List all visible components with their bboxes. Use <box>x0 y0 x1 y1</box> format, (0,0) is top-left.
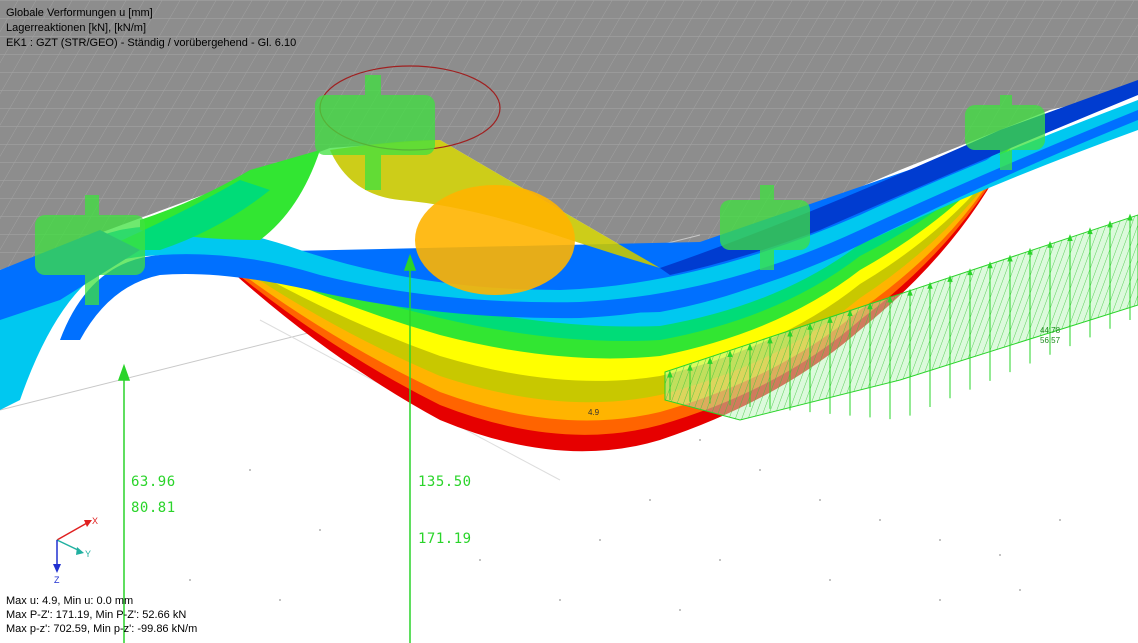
background-dot <box>319 529 321 531</box>
load-combination-label: EK1 : GZT (STR/GEO) - Ständig / vorüberg… <box>6 37 297 49</box>
result-subtitle: Lagerreaktionen [kN], [kN/m] <box>6 22 147 34</box>
background-dot <box>699 439 701 441</box>
background-dot <box>879 519 881 521</box>
reaction-left-value-2: 80.81 <box>131 500 176 516</box>
result-title: Globale Verformungen u [mm] <box>6 7 153 19</box>
line-load-arrowhead <box>1107 220 1113 228</box>
background-dot <box>939 599 941 601</box>
axis-triad <box>53 520 92 573</box>
background-dot <box>829 579 831 581</box>
line-load-value-1: 44.78 <box>1040 326 1061 335</box>
background-dot <box>559 599 561 601</box>
line-load-value-2: 56.57 <box>1040 336 1061 345</box>
background-dot <box>759 469 761 471</box>
background-dot <box>479 559 481 561</box>
summary-deformation: Max u: 4.9, Min u: 0.0 mm <box>6 595 134 607</box>
summary-point-reactions: Max P-Z': 171.19, Min P-Z': 52.66 kN <box>6 609 187 621</box>
line-load-arrowhead <box>1087 227 1093 235</box>
background-dot <box>599 539 601 541</box>
background-dot <box>999 554 1001 556</box>
background-dot <box>1059 519 1061 521</box>
3d-viewport[interactable]: Globale Verformungen u [mm] Lagerreaktio… <box>0 0 1138 643</box>
reaction-left-value-1: 63.96 <box>131 474 176 490</box>
background-dot <box>249 469 251 471</box>
axis-x-label: X <box>92 516 99 526</box>
background-dot <box>1019 589 1021 591</box>
line-load-arrowhead <box>1067 234 1073 241</box>
background-dot <box>679 609 681 611</box>
background-dot <box>279 599 281 601</box>
summary-line-reactions: Max p-z': 702.59, Min p-z': -99.86 kN/m <box>6 623 198 635</box>
max-deformation-marker: 4.9 <box>588 408 600 417</box>
reaction-mid-value-1: 135.50 <box>418 474 472 490</box>
axis-y-label: Y <box>85 549 92 559</box>
background-dot <box>719 559 721 561</box>
background-dot <box>189 579 191 581</box>
background-dot <box>939 539 941 541</box>
line-load-arrowhead <box>1127 213 1133 221</box>
background-dot <box>819 499 821 501</box>
model-scene <box>0 0 1138 643</box>
reaction-mid-value-2: 171.19 <box>418 531 472 547</box>
axis-z-label: Z <box>54 575 60 585</box>
line-load-arrowhead <box>1047 240 1053 248</box>
background-dot <box>649 499 651 501</box>
